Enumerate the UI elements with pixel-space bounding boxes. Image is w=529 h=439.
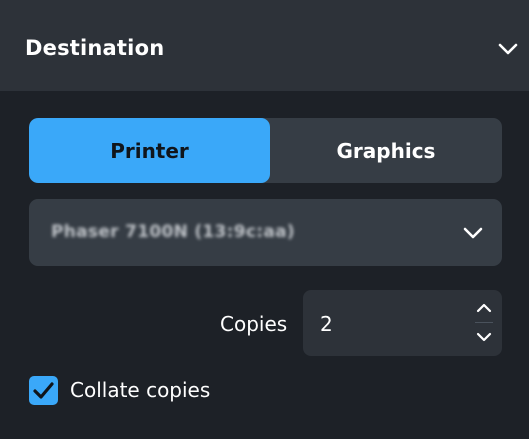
stepper-divider <box>475 322 493 323</box>
destination-section-header[interactable]: Destination <box>0 0 529 91</box>
section-title: Destination <box>25 36 165 60</box>
collate-copies-label: Collate copies <box>70 378 211 402</box>
tab-printer[interactable]: Printer <box>29 118 270 183</box>
chevron-down-icon <box>462 222 484 244</box>
destination-type-toggle: Printer Graphics <box>29 118 502 183</box>
collate-copies-checkbox[interactable]: Collate copies <box>29 374 210 406</box>
tab-graphics[interactable]: Graphics <box>270 118 502 183</box>
copies-value[interactable]: 2 <box>320 311 333 337</box>
chevron-down-icon[interactable] <box>497 38 519 60</box>
chevron-down-icon[interactable] <box>473 328 495 346</box>
copies-stepper[interactable]: 2 <box>303 290 502 356</box>
checkbox-checked[interactable] <box>29 375 58 405</box>
printer-select-value: Phaser 7100N (13:9c:aa) <box>51 222 295 242</box>
copies-label: Copies <box>220 312 288 336</box>
chevron-up-icon[interactable] <box>473 299 495 317</box>
printer-select[interactable]: Phaser 7100N (13:9c:aa) <box>29 199 502 266</box>
